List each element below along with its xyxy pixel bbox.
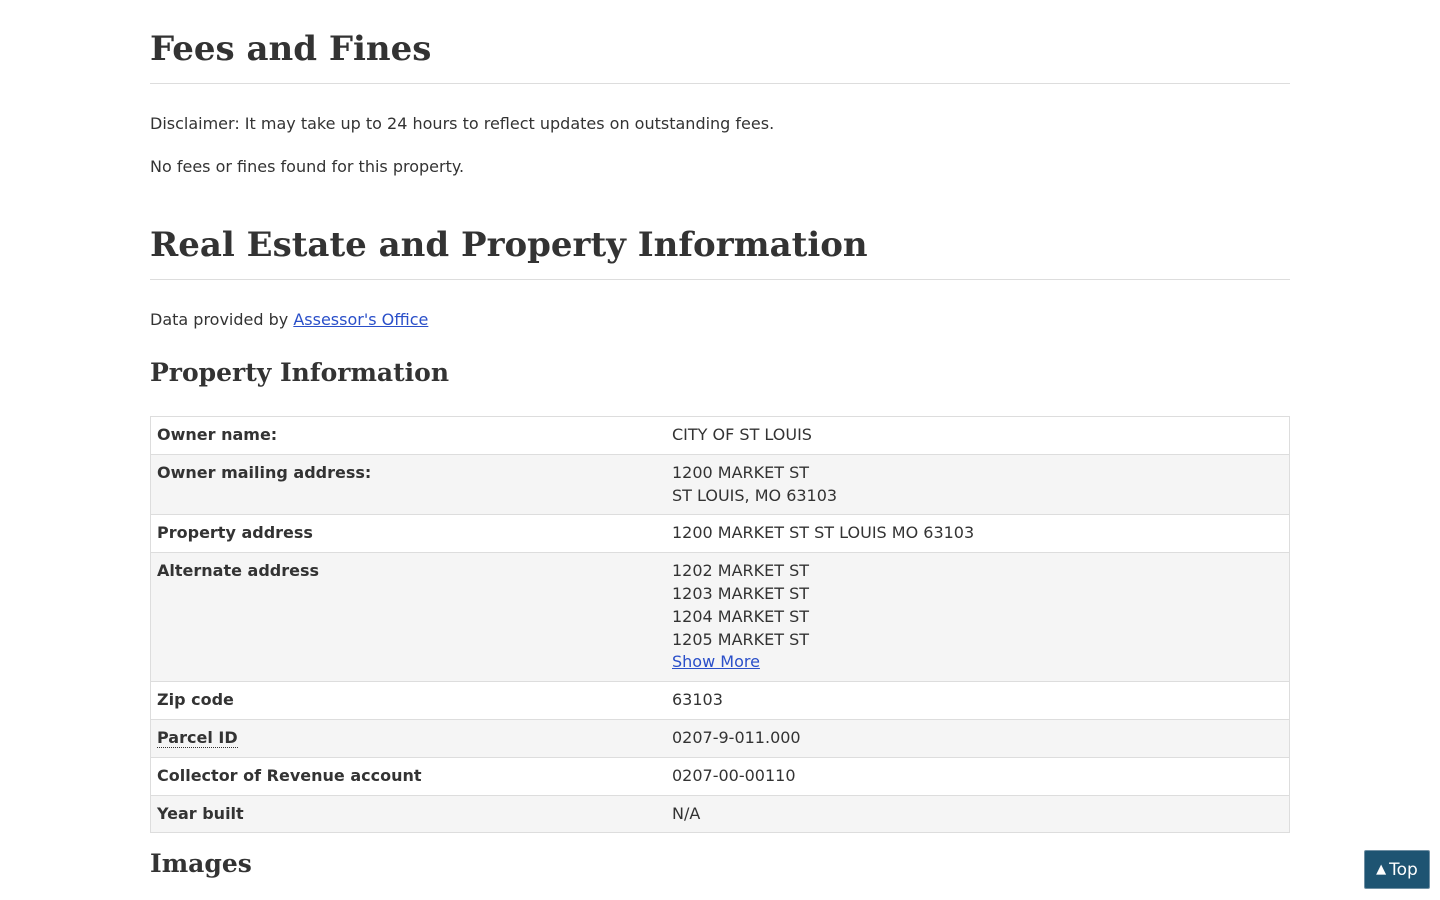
- owner-mailing-value: 1200 MARKET ST ST LOUIS, MO 63103: [666, 453, 1290, 516]
- real-estate-title: Real Estate and Property Information: [150, 225, 868, 265]
- zip-code-value: 63103: [666, 681, 1290, 720]
- table-row-collector-account: Collector of Revenue account 0207-00-001…: [150, 756, 1290, 796]
- back-to-top-button[interactable]: ▲ Top: [1364, 850, 1430, 889]
- owner-mailing-line1: 1200 MARKET ST: [672, 462, 810, 482]
- property-info-title: Property Information: [150, 358, 449, 387]
- arrow-up-icon: ▲: [1376, 862, 1387, 877]
- property-address-label: Property address: [150, 514, 666, 554]
- alternate-address-item: 1205 MARKET ST: [672, 629, 810, 649]
- parcel-id-value: 0207-9-011.000: [666, 718, 1290, 758]
- back-to-top-label: Top: [1389, 859, 1418, 880]
- table-row-owner-mailing: Owner mailing address: 1200 MARKET ST ST…: [150, 453, 1290, 516]
- data-provided-text: Data provided by Assessor's Office: [150, 309, 428, 331]
- alternate-address-value: 1202 MARKET ST 1203 MARKET ST 1204 MARKE…: [666, 552, 1290, 683]
- table-row-alternate-address: Alternate address 1202 MARKET ST 1203 MA…: [150, 552, 1290, 683]
- fees-none-found: No fees or fines found for this property…: [150, 157, 465, 176]
- table-row-owner-name: Owner name: CITY OF ST LOUIS: [150, 416, 1290, 455]
- real-estate-divider: [150, 279, 1290, 280]
- parcel-id-label[interactable]: Parcel ID: [157, 727, 238, 748]
- fees-disclaimer: Disclaimer: It may take up to 24 hours t…: [150, 114, 775, 133]
- table-row-property-address: Property address 1200 MARKET ST ST LOUIS…: [150, 514, 1290, 554]
- property-address-value: 1200 MARKET ST ST LOUIS MO 63103: [666, 514, 1290, 554]
- data-provided-prefix: Data provided by: [150, 310, 294, 329]
- alternate-address-label: Alternate address: [150, 552, 666, 683]
- images-title: Images: [150, 849, 252, 878]
- table-row-zip-code: Zip code 63103: [150, 681, 1290, 720]
- alternate-address-item: 1202 MARKET ST: [672, 561, 810, 581]
- year-built-value: N/A: [666, 794, 1290, 834]
- property-info-table: Owner name: CITY OF ST LOUIS Owner maili…: [150, 416, 1290, 834]
- owner-name-value: CITY OF ST LOUIS: [666, 416, 1290, 455]
- show-more-link[interactable]: Show More: [672, 652, 760, 671]
- zip-code-label: Zip code: [150, 681, 666, 720]
- parcel-id-label-cell: Parcel ID: [150, 718, 666, 758]
- alternate-address-item: 1203 MARKET ST: [672, 583, 810, 603]
- collector-account-value: 0207-00-00110: [666, 756, 1290, 796]
- collector-account-label: Collector of Revenue account: [150, 756, 666, 796]
- owner-mailing-label: Owner mailing address:: [150, 453, 666, 516]
- fees-divider: [150, 83, 1290, 84]
- fees-title: Fees and Fines: [150, 29, 432, 69]
- table-row-parcel-id: Parcel ID 0207-9-011.000: [150, 718, 1290, 758]
- owner-name-label: Owner name:: [150, 416, 666, 455]
- owner-mailing-line2: ST LOUIS, MO 63103: [672, 485, 838, 505]
- assessors-office-link[interactable]: Assessor's Office: [293, 310, 428, 329]
- table-row-year-built: Year built N/A: [150, 794, 1290, 834]
- alternate-address-item: 1204 MARKET ST: [672, 606, 810, 626]
- year-built-label: Year built: [150, 794, 666, 834]
